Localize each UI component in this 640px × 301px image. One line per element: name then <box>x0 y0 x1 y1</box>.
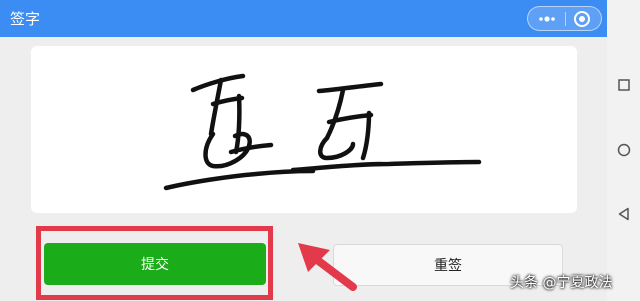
pointer-arrow-icon <box>298 243 357 291</box>
back-icon[interactable] <box>618 207 630 221</box>
signature-canvas[interactable] <box>31 46 577 213</box>
target-close-icon[interactable] <box>573 10 591 28</box>
capsule-menu <box>527 6 602 31</box>
signature-drawing <box>163 73 482 191</box>
watermark: 头条 @宁夏政法 <box>510 275 613 291</box>
home-icon[interactable] <box>617 143 631 157</box>
capsule-divider <box>565 12 566 26</box>
more-dots-icon[interactable] <box>536 11 558 27</box>
title-bar: 签字 <box>0 0 607 37</box>
recent-apps-icon[interactable] <box>618 79 630 91</box>
highlight-box <box>36 226 273 300</box>
page-title: 签字 <box>10 10 41 28</box>
mini-program-window: 签字 提交 重签 <box>0 0 607 301</box>
system-navigation-bar <box>607 0 640 301</box>
